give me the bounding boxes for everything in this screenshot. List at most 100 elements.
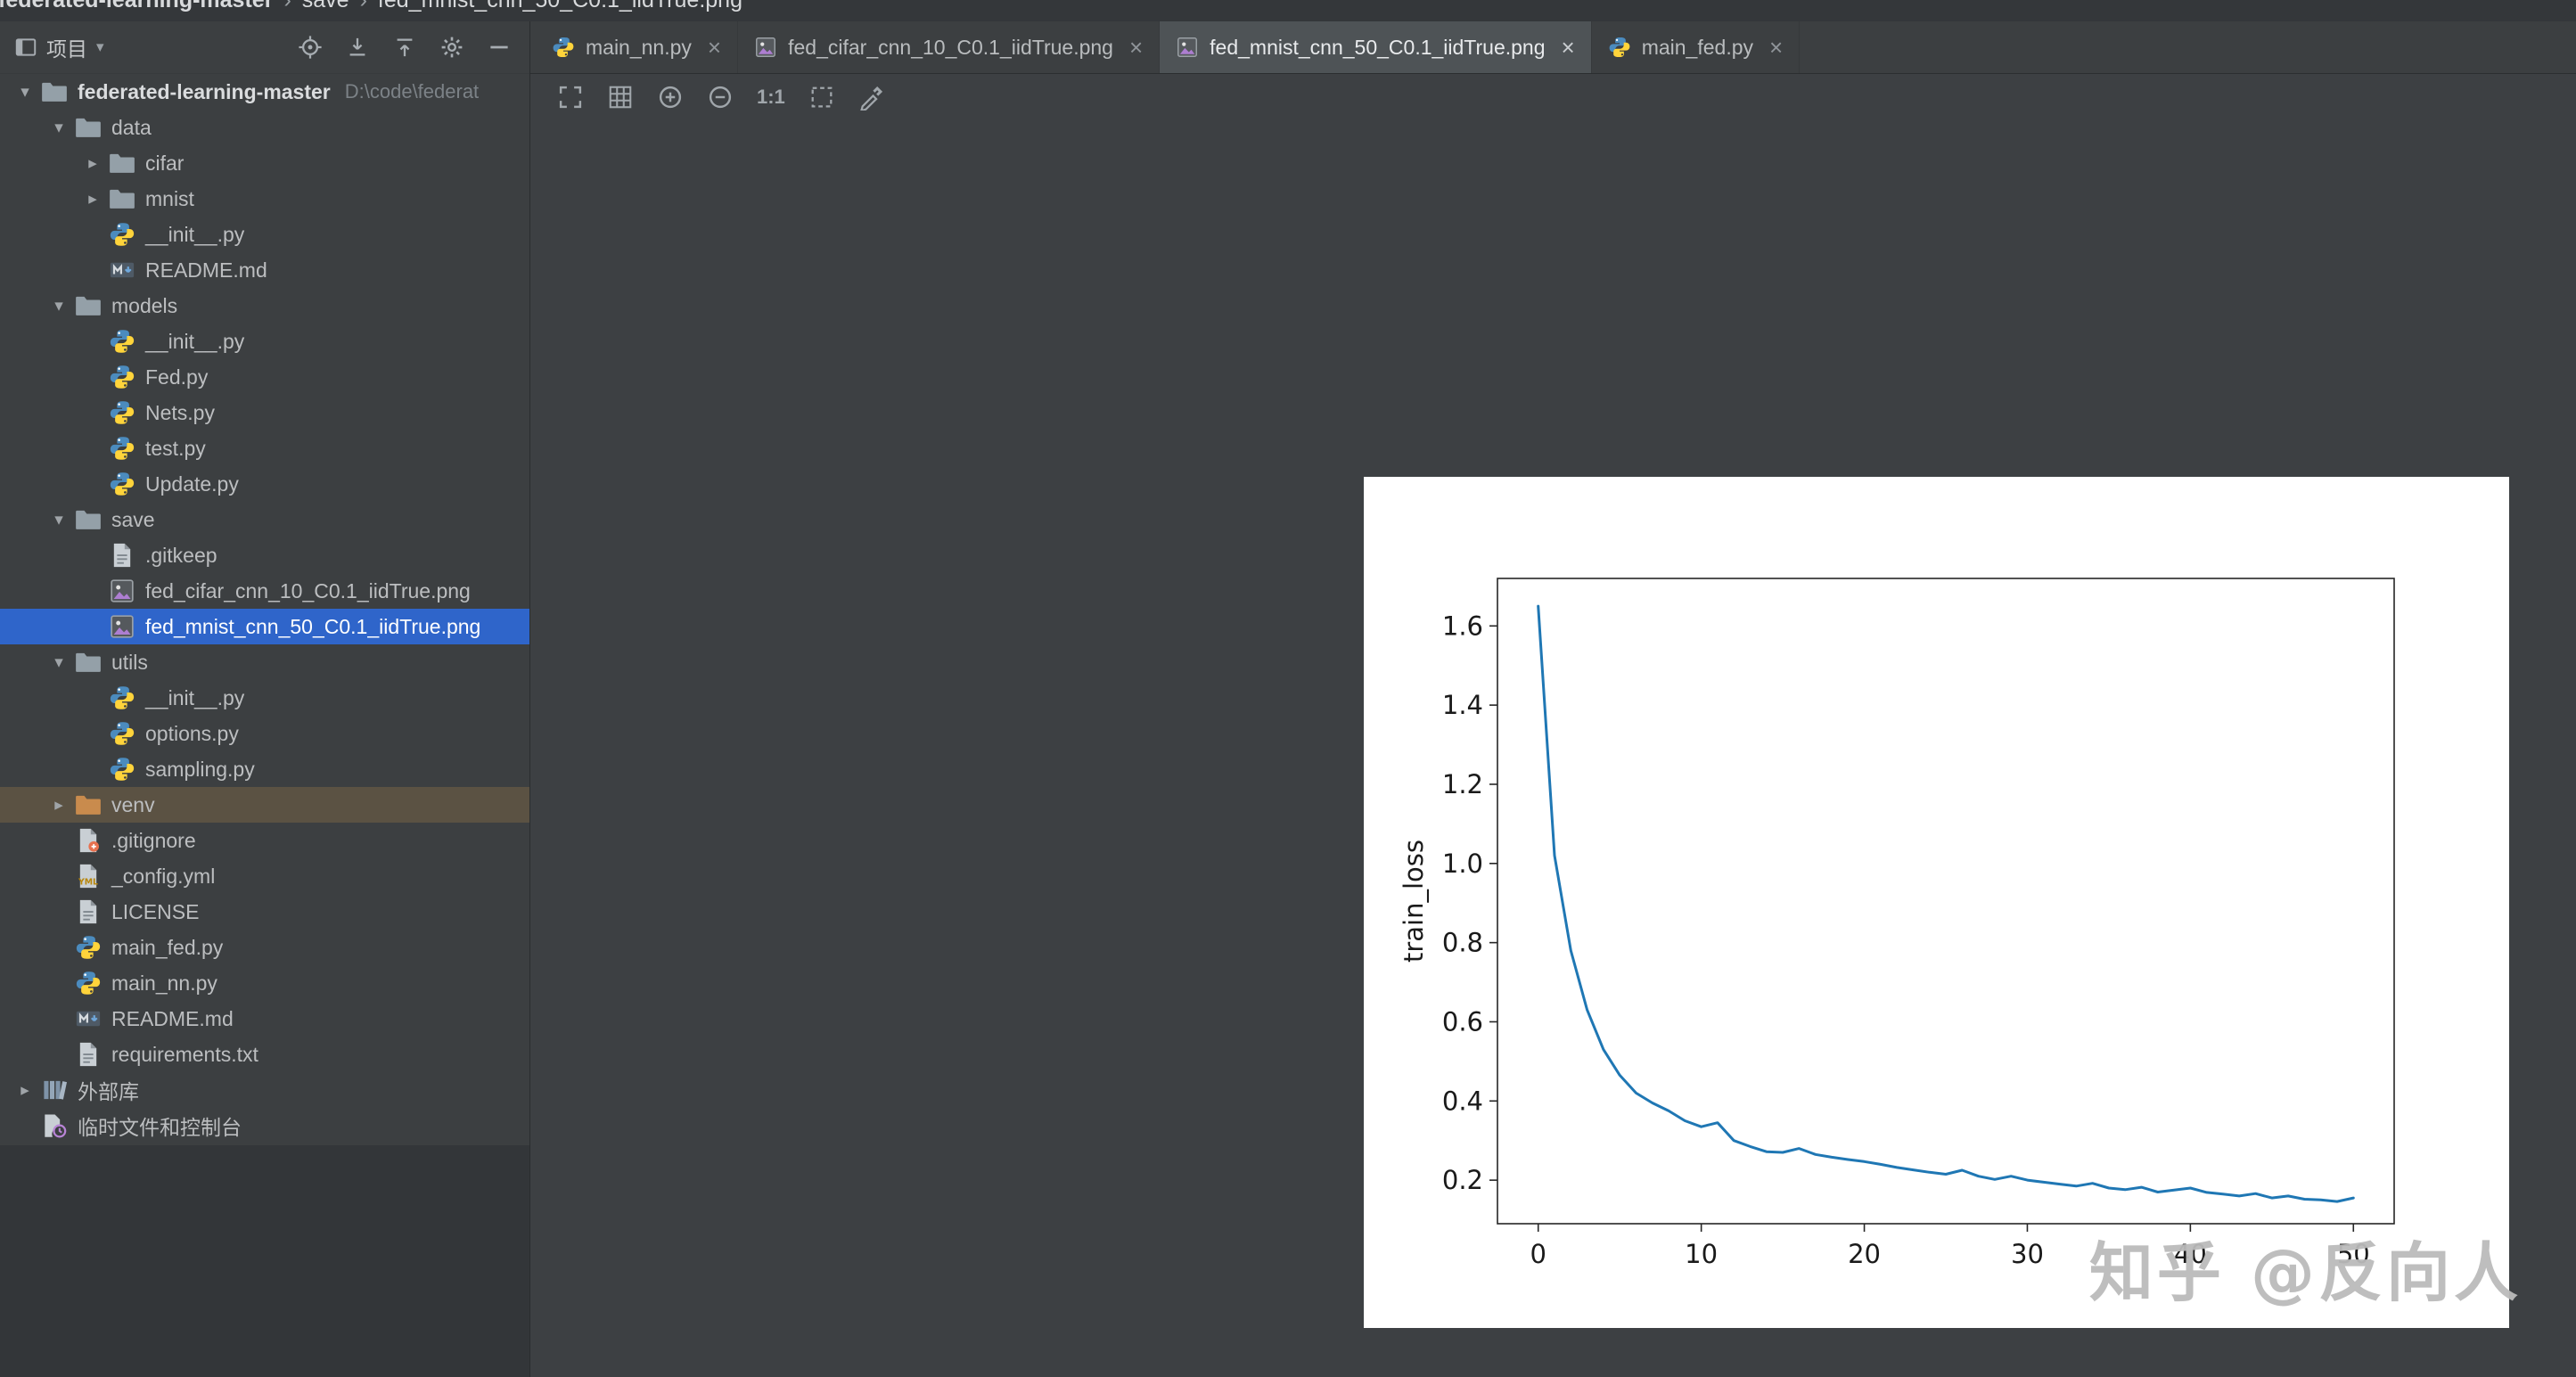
editor-tab[interactable]: main_nn.py × [536, 21, 739, 73]
fit-to-window-icon[interactable] [557, 84, 584, 111]
tab-close-icon[interactable]: × [1562, 36, 1575, 59]
tree-expand-arrow-icon[interactable]: ▸ [77, 189, 109, 209]
hide-icon[interactable] [487, 35, 512, 60]
svg-text:1.6: 1.6 [1442, 611, 1483, 641]
tree-item[interactable]: ▾ models [0, 288, 529, 324]
tree-item[interactable]: __init__.py [0, 217, 529, 252]
tree-item[interactable]: test.py [0, 430, 529, 466]
tree-item[interactable]: ▾ federated-learning-master D:\code\federa… [0, 74, 529, 110]
tree-item[interactable]: Fed.py [0, 359, 529, 395]
tree-expand-arrow-icon[interactable]: ▸ [43, 795, 75, 816]
tree-expand-arrow-icon[interactable]: ▾ [43, 510, 75, 530]
tree-item[interactable]: options.py [0, 716, 529, 751]
tree-expand-arrow-icon[interactable]: ▸ [77, 153, 109, 174]
tree-item[interactable]: LICENSE [0, 894, 529, 930]
tree-item-path: D:\code\federat [344, 80, 480, 102]
tree-item[interactable]: .gitignore [0, 823, 529, 858]
tree-item[interactable]: README.md [0, 1001, 529, 1037]
python-icon [109, 720, 135, 747]
tree-expand-arrow-icon[interactable]: ▸ [9, 1080, 41, 1101]
breadcrumb-item[interactable]: federated-learning-master [0, 0, 273, 12]
grid-icon[interactable] [607, 84, 634, 111]
python-icon [109, 328, 135, 355]
tree-item[interactable]: 临时文件和控制台 [0, 1108, 529, 1143]
tree-item-label: sampling.py [145, 757, 255, 781]
tree-item[interactable]: Update.py [0, 466, 529, 502]
tree-item[interactable]: ▸ 外部库 [0, 1072, 529, 1108]
zoom-out-icon[interactable] [707, 84, 734, 111]
tree-expand-arrow-icon[interactable]: ▾ [9, 82, 41, 102]
file-icon [109, 542, 135, 569]
zoom-ratio-label[interactable]: 1:1 [757, 86, 785, 109]
tree-item-label: fed_mnist_cnn_50_C0.1_iidTrue.png [145, 614, 481, 638]
tree-item-label: main_nn.py [111, 971, 217, 995]
tree-item-label: README.md [145, 258, 267, 282]
folder-icon [75, 114, 102, 141]
tree-item[interactable]: README.md [0, 252, 529, 288]
python-icon [109, 364, 135, 390]
breadcrumb-separator-icon: › [283, 0, 291, 12]
settings-gear-icon[interactable] [439, 35, 464, 60]
python-icon [109, 756, 135, 783]
collapse-all-icon[interactable] [392, 35, 417, 60]
train-loss-chart: 0 10 20 30 40 50 0.2 0.4 0.6 0.8 1.0 1.2 1.4 1.6 train… [1364, 477, 2509, 1328]
tree-item[interactable]: fed_mnist_cnn_50_C0.1_iidTrue.png [0, 609, 529, 644]
tree-item[interactable]: main_nn.py [0, 965, 529, 1001]
editor-tab[interactable]: fed_mnist_cnn_50_C0.1_iidTrue.png × [1160, 21, 1592, 73]
tree-item[interactable]: __init__.py [0, 324, 529, 359]
tree-expand-arrow-icon[interactable]: ▾ [43, 296, 75, 316]
tab-close-icon[interactable]: × [708, 36, 721, 59]
tree-item-label: Nets.py [145, 400, 215, 424]
breadcrumb-item[interactable]: fed_mnist_cnn_50_C0.1_iidTrue.png [378, 0, 742, 12]
tree-item[interactable]: YML _config.yml [0, 858, 529, 894]
tree-item-label: requirements.txt [111, 1042, 258, 1066]
python-icon [109, 684, 135, 711]
tree-item[interactable]: ▸ venv [0, 787, 529, 823]
svg-text:train_loss: train_loss [1399, 840, 1429, 963]
zoom-in-icon[interactable] [657, 84, 684, 111]
tree-item[interactable]: ▸ mnist [0, 181, 529, 217]
expand-all-icon[interactable] [345, 35, 370, 60]
tree-item-label: utils [111, 650, 148, 674]
tree-item-label: main_fed.py [111, 935, 224, 959]
python-icon [109, 221, 135, 248]
tree-item-label: federated-learning-master [78, 79, 331, 103]
file-icon [75, 1041, 102, 1068]
panel-editor-separator[interactable] [529, 21, 530, 1377]
color-picker-icon[interactable] [858, 84, 885, 111]
tree-item[interactable]: ▸ cifar [0, 145, 529, 181]
project-tool-window-button[interactable]: 项目 ▾ [0, 32, 104, 62]
tab-close-icon[interactable]: × [1769, 36, 1783, 59]
markdown-icon [75, 1005, 102, 1032]
editor-tab[interactable]: fed_cifar_cnn_10_C0.1_iidTrue.png × [738, 21, 1161, 73]
locate-icon[interactable] [298, 35, 323, 60]
tree-expand-arrow-icon[interactable]: ▾ [43, 118, 75, 138]
breadcrumb: federated-learning-master › save › fed_mnist… [0, 0, 2576, 21]
svg-text:0.4: 0.4 [1442, 1086, 1483, 1116]
image-icon [109, 578, 135, 604]
tree-item-label: fed_cifar_cnn_10_C0.1_iidTrue.png [145, 578, 471, 602]
tree-item[interactable]: ▾ utils [0, 644, 529, 680]
tree-item[interactable]: ▾ data [0, 110, 529, 145]
folder-icon [75, 292, 102, 319]
breadcrumb-path: federated-learning-master › save › fed_mnist… [0, 0, 746, 20]
tree-item-label: mnist [145, 186, 194, 210]
tree-item[interactable]: requirements.txt [0, 1037, 529, 1072]
tree-item[interactable]: .gitkeep [0, 537, 529, 573]
tree-item[interactable]: ▾ save [0, 502, 529, 537]
tree-item[interactable]: __init__.py [0, 680, 529, 716]
tree-item[interactable]: Nets.py [0, 395, 529, 430]
plot-image: 0 10 20 30 40 50 0.2 0.4 0.6 0.8 1.0 1.2 1.4 1.6 train… [1364, 477, 2518, 1328]
tab-close-icon[interactable]: × [1129, 36, 1143, 59]
tree-item[interactable]: sampling.py [0, 751, 529, 787]
tree-item-label: venv [111, 792, 155, 816]
tree-item[interactable]: fed_cifar_cnn_10_C0.1_iidTrue.png [0, 573, 529, 609]
breadcrumb-item[interactable]: save [302, 0, 349, 12]
editor-tab[interactable]: main_fed.py × [1592, 21, 1801, 73]
folder-icon [109, 185, 135, 212]
actual-size-icon[interactable] [808, 84, 835, 111]
tree-item-label: options.py [145, 721, 239, 745]
libraries-icon [41, 1077, 68, 1103]
tree-item[interactable]: main_fed.py [0, 930, 529, 965]
tree-expand-arrow-icon[interactable]: ▾ [43, 652, 75, 673]
